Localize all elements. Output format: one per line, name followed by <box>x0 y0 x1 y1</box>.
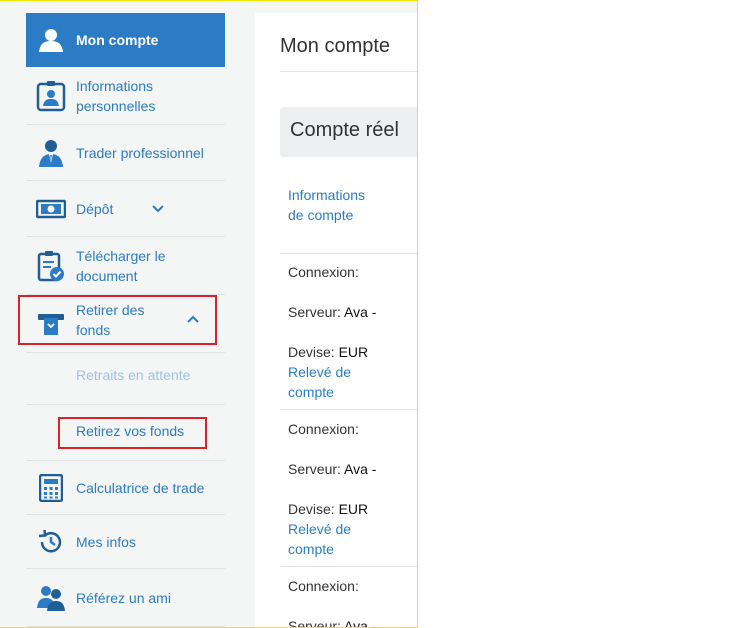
account-connexion: Connexion: <box>288 421 359 437</box>
chevron-down-icon[interactable] <box>151 202 165 216</box>
history-icon <box>36 527 66 557</box>
row-divider <box>280 409 417 410</box>
releve-de-compte-link[interactable]: Relevé de compte <box>288 362 351 402</box>
account-devise: Devise: EUR <box>288 342 368 362</box>
sidebar-item-telecharger-document[interactable]: Télécharger le document <box>26 237 225 295</box>
devise-value: EUR <box>338 344 369 360</box>
link-text: Relevé de <box>288 521 352 537</box>
account-serveur: Serveur: Ava - <box>288 302 376 322</box>
sidebar-item-label: Mes infos <box>76 533 136 550</box>
serveur-value: Ava - <box>344 461 377 477</box>
link-text: compte <box>288 384 334 400</box>
sidebar-item-label: Informations <box>76 78 154 94</box>
sidebar-item-informations-personnelles[interactable]: Informations personnelles <box>26 67 225 125</box>
id-card-icon <box>36 80 66 111</box>
sidebar-item-depot[interactable]: Dépôt <box>26 181 225 237</box>
account-connexion: Connexion: <box>288 264 359 280</box>
sidebar-item-label: Trader professionnel <box>76 144 204 161</box>
sidebar-item-label: Télécharger le <box>76 248 166 264</box>
banknote-icon <box>36 194 66 224</box>
account-connexion: Connexion: <box>288 578 359 594</box>
highlight-box-retirer-des-fonds <box>18 295 217 345</box>
account-serveur: Serveur: Ava - <box>288 459 376 479</box>
sidebar-item-label: personnelles <box>76 98 156 114</box>
section-header-compte-reel: Compte réel <box>280 107 417 157</box>
devise-label: Devise: <box>288 501 335 517</box>
sidebar-item-mon-compte[interactable]: Mon compte <box>26 13 225 67</box>
sidebar-item-calculatrice-de-trade[interactable]: Calculatrice de trade <box>26 461 225 515</box>
sidebar-item-mes-infos[interactable]: Mes infos <box>26 515 225 569</box>
link-text: Relevé de <box>288 364 352 380</box>
clipboard-check-icon <box>36 250 66 281</box>
calculator-icon <box>36 473 66 503</box>
sidebar-item-label: Référez un ami <box>76 589 171 606</box>
column-header-account-info[interactable]: Informations de compte <box>288 185 365 225</box>
user-icon <box>36 25 66 55</box>
row-divider <box>280 566 417 567</box>
sidebar-subitem-retraits-en-attente[interactable]: Retraits en attente <box>26 353 225 405</box>
releve-de-compte-link[interactable]: Relevé de compte <box>288 519 351 559</box>
sidebar-item-label: document <box>76 268 138 284</box>
title-divider <box>280 71 417 72</box>
page-title: Mon compte <box>280 35 391 57</box>
sidebar-item-label: Calculatrice de trade <box>76 479 205 496</box>
section-title: Compte réel <box>290 119 399 141</box>
sidebar-item-label: Dépôt <box>76 200 114 217</box>
account-info-label: de compte <box>288 207 354 223</box>
link-text: compte <box>288 541 334 557</box>
sidebar-item-label: Mon compte <box>76 32 159 48</box>
account-info-label: Informations <box>288 187 366 203</box>
serveur-label: Serveur: <box>288 304 341 320</box>
devise-value: EUR <box>338 501 369 517</box>
serveur-label: Serveur: <box>288 461 341 477</box>
browser-viewport: Mon compte Informations personnelles Tra… <box>0 0 418 628</box>
users-icon <box>36 583 66 613</box>
serveur-value: Ava - <box>344 618 377 628</box>
serveur-value: Ava - <box>344 304 377 320</box>
serveur-label: Serveur: <box>288 618 341 628</box>
account-devise: Devise: EUR <box>288 499 368 519</box>
main-content: Mon compte Compte réel Informations de c… <box>255 13 417 628</box>
devise-label: Devise: <box>288 344 335 360</box>
account-serveur: Serveur: Ava - <box>288 616 377 628</box>
businessman-icon <box>36 138 66 168</box>
row-divider <box>280 253 417 254</box>
sidebar-item-trader-professionnel[interactable]: Trader professionnel <box>26 125 225 181</box>
sidebar-item-referez-un-ami[interactable]: Référez un ami <box>26 569 225 627</box>
highlight-box-retirez-vos-fonds <box>58 417 207 449</box>
sidebar-item-label: Retraits en attente <box>76 367 191 383</box>
